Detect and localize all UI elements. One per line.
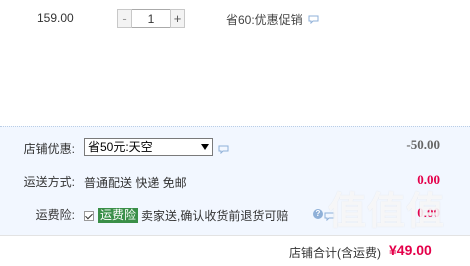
shop-total-value: ¥49.00 <box>389 242 432 258</box>
shipping-label: 运送方式: <box>23 175 75 189</box>
dropdown-arrow-icon <box>201 144 209 150</box>
shop-discount-row: 店铺优惠: 省50元:天空 -50.00 <box>0 135 470 159</box>
question-mark-icon[interactable]: ? <box>313 209 323 219</box>
chat-bubble-icon[interactable] <box>218 143 229 157</box>
order-item-row: 159.00 - + 省60:优惠促销 <box>0 0 470 126</box>
insurance-row: 运费险: 运费险 卖家送,确认收货前退货可赔 ? 0.00 <box>0 202 470 226</box>
promo-text: 省60:优惠促销 <box>226 13 303 27</box>
item-price: 159.00 <box>37 11 74 25</box>
shop-discount-label: 店铺优惠: <box>23 142 75 156</box>
quantity-stepper: - + <box>117 9 185 28</box>
item-promotion: 省60:优惠促销 <box>226 11 319 28</box>
chat-bubble-icon[interactable] <box>308 13 319 27</box>
shop-discount-amount: -50.00 <box>406 137 440 152</box>
qty-decrease-button[interactable]: - <box>117 9 132 28</box>
shop-total-bar: 店铺合计(含运费) ¥49.00 <box>0 235 470 266</box>
qty-input[interactable] <box>132 9 170 28</box>
shipping-amount: 0.00 <box>417 172 440 187</box>
insurance-text: 卖家送,确认收货前退货可赔 <box>141 209 289 223</box>
chat-bubble-icon[interactable] <box>324 210 335 224</box>
shop-discount-select[interactable]: 省50元:天空 <box>84 138 213 156</box>
insurance-option: 运费险 卖家送,确认收货前退货可赔 <box>84 207 288 224</box>
shop-discount-selected: 省50元:天空 <box>88 140 153 154</box>
insurance-label: 运费险: <box>35 208 75 222</box>
shop-total-label: 店铺合计(含运费) <box>289 246 381 260</box>
shipping-options[interactable]: 普通配送 快递 免邮 <box>84 174 187 191</box>
insurance-checkbox[interactable] <box>84 210 94 221</box>
shop-summary-panel: 店铺优惠: 省50元:天空 -50.00 运送方式: 普通配送 快递 免邮 0.… <box>0 126 470 235</box>
qty-increase-button[interactable]: + <box>170 9 185 28</box>
shipping-row: 运送方式: 普通配送 快递 免邮 0.00 <box>0 169 470 193</box>
insurance-amount: 0.00 <box>417 205 440 220</box>
insurance-tag: 运费险 <box>98 208 139 223</box>
